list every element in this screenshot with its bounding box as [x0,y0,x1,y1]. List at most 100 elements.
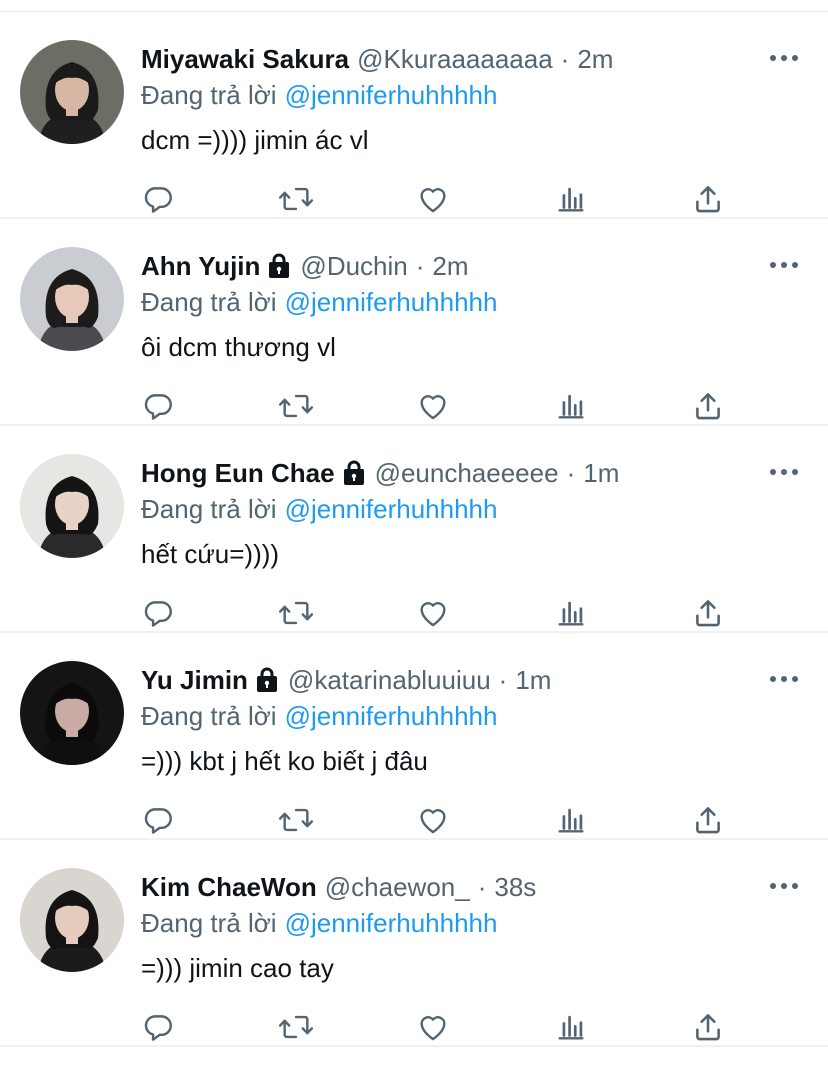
display-name[interactable]: Hong Eun Chae [141,453,335,493]
reply-mention-link[interactable]: @jenniferhuhhhhh [285,287,498,317]
reply-button[interactable] [138,593,178,633]
views-icon [558,601,584,626]
retweet-icon [278,1015,314,1039]
timestamp[interactable]: 2m [432,246,468,286]
reply-mention-link[interactable]: @jenniferhuhhhhh [285,80,498,110]
share-button[interactable] [688,800,728,840]
reply-mention-link[interactable]: @jenniferhuhhhhh [285,494,498,524]
share-icon [696,186,720,213]
views-button[interactable] [551,800,591,840]
lock-icon [341,457,367,485]
avatar[interactable] [20,661,124,765]
retweet-button[interactable] [276,386,316,426]
timestamp[interactable]: 38s [494,867,536,907]
timestamp[interactable]: 2m [577,39,613,79]
views-button[interactable] [551,386,591,426]
avatar-image [20,40,124,144]
tweet[interactable]: Hong Eun Chae @eunchaeeeee · 1m Đang trả… [0,426,828,633]
like-icon [420,809,446,834]
views-button[interactable] [551,179,591,219]
tweet[interactable]: Miyawaki Sakura @Kkuraaaaaaaa · 2m Đang … [0,12,828,219]
retweet-button[interactable] [276,800,316,840]
like-icon [420,395,446,420]
retweet-button[interactable] [276,1007,316,1047]
tweet-actions [141,386,731,426]
reply-feed: Miyawaki Sakura @Kkuraaaaaaaa · 2m Đang … [0,12,828,1047]
more-icon[interactable] [770,48,798,68]
reply-mention-link[interactable]: @jenniferhuhhhhh [285,701,498,731]
replying-to-label: Đang trả lời [141,494,277,524]
reply-mention-link[interactable]: @jenniferhuhhhhh [285,908,498,938]
share-button[interactable] [688,1007,728,1047]
tweet-header: Hong Eun Chae @eunchaeeeee · 1m [141,453,619,493]
like-button[interactable] [413,386,453,426]
display-name[interactable]: Ahn Yujin [141,246,260,286]
retweet-icon [278,394,314,418]
user-handle[interactable]: @eunchaeeeee [375,453,559,493]
display-name[interactable]: Miyawaki Sakura [141,39,349,79]
avatar-image [20,454,124,558]
lock-icon [266,250,292,278]
replying-to: Đang trả lời @jenniferhuhhhhh [141,283,497,321]
more-icon[interactable] [770,462,798,482]
like-button[interactable] [413,800,453,840]
replying-to-label: Đang trả lời [141,287,277,317]
views-button[interactable] [551,593,591,633]
share-button[interactable] [688,179,728,219]
tweet-actions [141,593,731,633]
replying-to: Đang trả lời @jenniferhuhhhhh [141,76,497,114]
views-icon [558,1015,584,1040]
share-icon [696,600,720,627]
views-button[interactable] [551,1007,591,1047]
tweet-actions [141,1007,731,1047]
reply-icon [144,1015,172,1041]
reply-icon [144,187,172,213]
display-name[interactable]: Kim ChaeWon [141,867,317,907]
avatar[interactable] [20,454,124,558]
replying-to: Đang trả lời @jenniferhuhhhhh [141,697,497,735]
tweet[interactable]: Yu Jimin @katarinabluuiuu · 1m Đang trả … [0,633,828,840]
share-button[interactable] [688,386,728,426]
reply-button[interactable] [138,386,178,426]
views-icon [558,187,584,212]
user-handle[interactable]: @Duchin [300,246,407,286]
share-button[interactable] [688,593,728,633]
tweet-header: Ahn Yujin @Duchin · 2m [141,246,469,286]
reply-button[interactable] [138,179,178,219]
avatar-image [20,247,124,351]
tweet-header: Kim ChaeWon @chaewon_ · 38s [141,867,536,907]
like-button[interactable] [413,179,453,219]
tweet-actions [141,179,731,219]
views-icon [558,808,584,833]
retweet-button[interactable] [276,179,316,219]
like-button[interactable] [413,593,453,633]
user-handle[interactable]: @katarinabluuiuu [288,660,491,700]
reply-icon [144,808,172,834]
tweet[interactable]: Kim ChaeWon @chaewon_ · 38s Đang trả lời… [0,840,828,1047]
like-icon [420,1016,446,1041]
avatar[interactable] [20,247,124,351]
replying-to-label: Đang trả lời [141,80,277,110]
replying-to-label: Đang trả lời [141,908,277,938]
reply-icon [144,394,172,420]
avatar[interactable] [20,40,124,144]
timestamp[interactable]: 1m [515,660,551,700]
separator-dot: · [566,458,576,488]
like-button[interactable] [413,1007,453,1047]
more-icon[interactable] [770,876,798,896]
timestamp[interactable]: 1m [583,453,619,493]
tweet[interactable]: Ahn Yujin @Duchin · 2m Đang trả lời @jenn… [0,219,828,426]
retweet-button[interactable] [276,593,316,633]
retweet-icon [278,808,314,832]
more-icon[interactable] [770,255,798,275]
user-handle[interactable]: @Kkuraaaaaaaa [357,39,553,79]
avatar[interactable] [20,868,124,972]
like-icon [420,602,446,627]
separator-dot: · [415,251,425,281]
reply-button[interactable] [138,800,178,840]
retweet-icon [278,187,314,211]
display-name[interactable]: Yu Jimin [141,660,248,700]
user-handle[interactable]: @chaewon_ [325,867,470,907]
reply-button[interactable] [138,1007,178,1047]
more-icon[interactable] [770,669,798,689]
